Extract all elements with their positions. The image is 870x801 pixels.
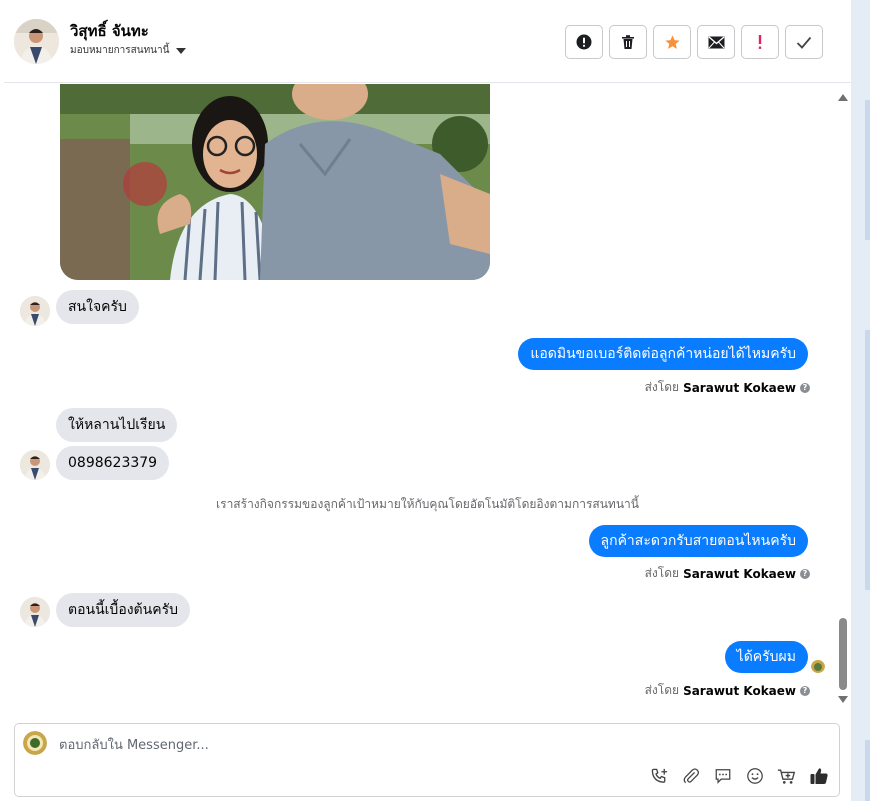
agent-name: Sarawut Kokaew	[683, 683, 796, 698]
contact-name[interactable]: วิสุทธิ์ จันทะ	[70, 19, 149, 43]
conversation-panel: วิสุทธิ์ จันทะ มอบหมายการสนทนานี้ สนใจคร…	[4, 4, 851, 801]
thread-scrollbar[interactable]	[836, 84, 850, 712]
help-icon[interactable]: ?	[800, 382, 810, 393]
mark-unread-button[interactable]	[697, 25, 735, 59]
assign-conversation-dropdown[interactable]: มอบหมายการสนทนานี้	[70, 43, 187, 58]
checkmark-icon	[796, 36, 812, 49]
system-notice: เราสร้างกิจกรรมของลูกค้าเป้าหมายให้กับคุ…	[216, 497, 639, 511]
conversation-header: วิสุทธิ์ จันทะ มอบหมายการสนทนานี้	[4, 4, 851, 83]
caret-down-icon	[176, 47, 187, 54]
sent-by-prefix: ส่งโดย	[644, 566, 680, 580]
cart-plus-icon	[777, 768, 796, 784]
sent-by-prefix: ส่งโดย	[644, 380, 680, 394]
trash-icon	[622, 35, 634, 49]
message-thread[interactable]: สนใจครับ แอดมินขอเบอร์ติดต่อลูกค้าหน่อยไ…	[4, 84, 851, 714]
thumbs-up-icon	[810, 768, 828, 784]
header-toolbar	[565, 25, 823, 59]
assign-label: มอบหมายการสนทนานี้	[70, 45, 170, 56]
contact-avatar-small[interactable]	[20, 450, 50, 480]
delete-button[interactable]	[609, 25, 647, 59]
outgoing-message[interactable]: แอดมินขอเบอร์ติดต่อลูกค้าหน่อยได้ไหมครับ	[518, 338, 808, 370]
star-button[interactable]	[653, 25, 691, 59]
agent-name: Sarawut Kokaew	[683, 566, 796, 581]
composer-toolbar	[649, 766, 829, 786]
outgoing-message[interactable]: ได้ครับผม	[724, 641, 808, 673]
contact-avatar-small[interactable]	[20, 296, 50, 326]
sent-by-label: ส่งโดย Sarawut Kokaew ?	[645, 378, 810, 397]
reply-input[interactable]	[59, 734, 659, 756]
reply-composer	[14, 723, 840, 797]
contact-avatar-small[interactable]	[20, 597, 50, 627]
outgoing-message[interactable]: ลูกค้าสะดวกรับสายตอนไหนครับ	[588, 525, 808, 557]
mark-done-button[interactable]	[785, 25, 823, 59]
spam-icon	[576, 34, 592, 50]
sent-by-prefix: ส่งโดย	[644, 683, 680, 697]
mark-spam-button[interactable]	[565, 25, 603, 59]
shared-photo[interactable]	[60, 84, 490, 280]
incoming-message[interactable]: 0898623379	[56, 446, 170, 480]
incoming-message[interactable]: สนใจครับ	[56, 290, 139, 324]
envelope-icon	[708, 35, 724, 48]
star-icon	[664, 34, 680, 49]
emoji-button[interactable]	[745, 766, 765, 786]
page-avatar	[23, 731, 47, 755]
shop-button[interactable]	[777, 766, 797, 786]
paperclip-icon	[683, 768, 700, 784]
sent-by-label: ส่งโดย Sarawut Kokaew ?	[645, 681, 810, 700]
help-icon[interactable]: ?	[800, 568, 810, 579]
background-window-strip	[851, 0, 870, 801]
phone-plus-icon	[651, 768, 667, 783]
scroll-down-arrow-icon[interactable]	[838, 696, 848, 703]
incoming-message[interactable]: ให้หลานไปเรียน	[56, 408, 178, 442]
call-request-button[interactable]	[649, 766, 669, 786]
help-icon[interactable]: ?	[800, 685, 810, 696]
smiley-icon	[747, 768, 763, 784]
seen-indicator-avatar	[811, 659, 825, 673]
attach-file-button[interactable]	[681, 766, 701, 786]
follow-up-button[interactable]	[741, 25, 779, 59]
chat-bubble-icon	[715, 769, 731, 784]
incoming-message[interactable]: ตอนนี้เบื้องต้นครับ	[56, 593, 190, 627]
send-like-button[interactable]	[809, 766, 829, 786]
scrollbar-thumb[interactable]	[839, 618, 847, 690]
agent-name: Sarawut Kokaew	[683, 380, 796, 395]
saved-replies-button[interactable]	[713, 766, 733, 786]
sent-by-label: ส่งโดย Sarawut Kokaew ?	[645, 564, 810, 583]
exclamation-icon	[758, 35, 762, 49]
scroll-up-arrow-icon[interactable]	[838, 94, 848, 101]
contact-avatar[interactable]	[14, 19, 59, 64]
